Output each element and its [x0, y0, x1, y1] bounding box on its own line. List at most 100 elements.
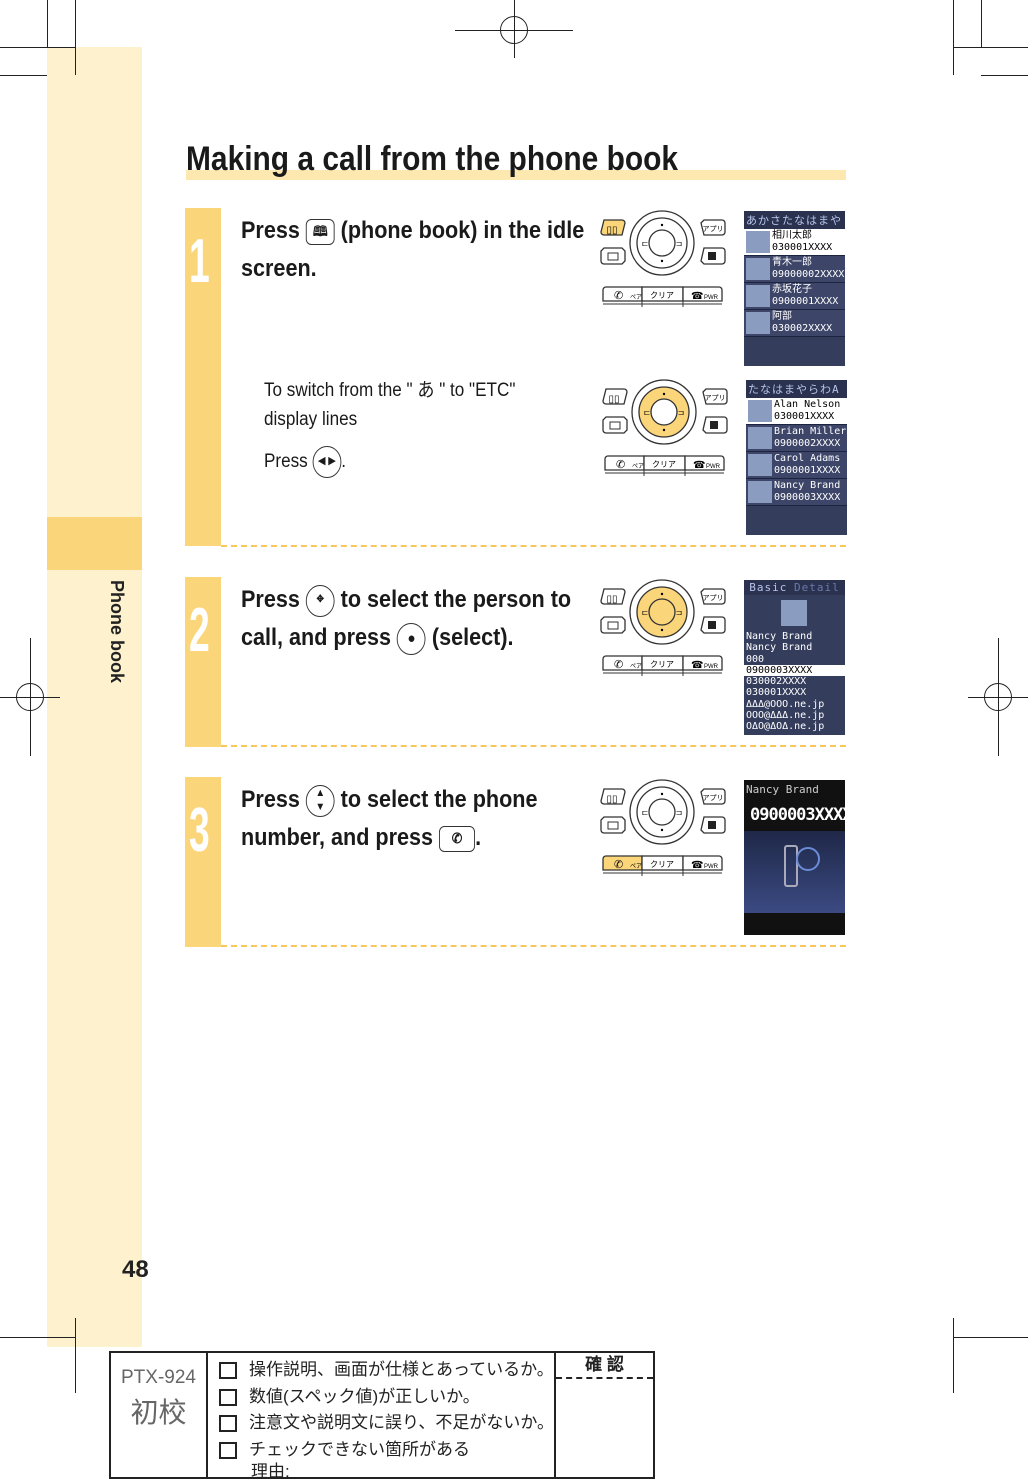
check-label: 数値(スペック値)が正しいか。 — [249, 1386, 480, 1406]
registration-mark — [984, 683, 1012, 711]
crop-mark — [953, 1337, 1028, 1338]
detail-line[interactable]: OOO@ΔΔΔ.ne.jp — [744, 710, 845, 721]
detail-line[interactable]: 000 — [744, 654, 845, 665]
text: to select the phone — [340, 786, 538, 813]
svg-text:PWR: PWR — [706, 464, 721, 470]
call-key-icon: ✆ ペア — [604, 455, 645, 471]
svg-text:▯▯: ▯▯ — [608, 394, 619, 405]
svg-text:⊏: ⊏ — [644, 408, 651, 417]
contact-name: 赤坂花子 — [772, 284, 812, 295]
contact-name: 相川太郎 — [772, 230, 812, 241]
checkbox[interactable] — [219, 1441, 237, 1459]
apps-key-icon: アプリ — [700, 788, 726, 805]
calling-animation — [744, 831, 845, 913]
contact-name: Carol Adams — [774, 453, 841, 464]
contact-name: Nancy Brand — [774, 480, 841, 491]
reason-label: 理由: — [251, 1462, 290, 1481]
text: (select). — [431, 624, 514, 651]
crop-mark — [953, 0, 954, 75]
contact-row[interactable]: 阿部 030002XXXX — [744, 310, 845, 337]
caller-name: Nancy Brand — [746, 783, 819, 796]
crop-mark — [75, 0, 76, 75]
call-key-icon: ✆ — [439, 825, 476, 852]
svg-text:ペア: ペア — [630, 663, 642, 670]
checkbox[interactable] — [219, 1388, 237, 1406]
svg-text:PWR: PWR — [704, 864, 719, 870]
index-tabs: たなはまやらわA — [746, 380, 847, 398]
svg-text:⊏: ⊏ — [642, 808, 649, 817]
power-end-key-icon: ☎ PWR — [682, 286, 723, 302]
power-end-key-icon: ☎ PWR — [682, 655, 723, 671]
detail-line[interactable]: 030001XXXX — [744, 687, 845, 698]
power-end-key-icon: ☎ PWR — [682, 855, 723, 871]
detail-line[interactable]: OΔO@ΔOΔ.ne.jp — [744, 721, 845, 732]
step-number: 3 — [189, 796, 210, 865]
contact-row[interactable]: 赤坂花子 0900001XXXX — [744, 283, 845, 310]
contact-row[interactable]: Alan Nelson 030001XXXX — [746, 398, 847, 425]
registration-mark — [16, 683, 44, 711]
detail-line[interactable]: 030002XXXX — [744, 676, 845, 687]
text: (phone book) in the idle — [340, 217, 585, 244]
clear-key-icon: クリア — [641, 855, 684, 871]
step-1-text: Press 🕮 (phone book) in the idle screen. — [241, 212, 584, 288]
tab-detail: Detail — [793, 581, 840, 594]
svg-text:アプリ: アプリ — [703, 225, 724, 233]
no-image-avatar — [746, 312, 770, 334]
section-label: Phone book — [107, 580, 127, 683]
contact-row[interactable]: 青木一郎 09000002XXXX — [744, 256, 845, 283]
svg-text:✆: ✆ — [614, 659, 623, 671]
svg-text:ペア: ペア — [632, 463, 644, 470]
page-title: Making a call from the phone book — [186, 140, 679, 178]
clear-key-icon: クリア — [641, 286, 684, 302]
step-3-text: Press ▲ ▼ to select the phone number, and… — [241, 781, 537, 857]
up-down-key-icon: ▲ ▼ — [305, 784, 335, 817]
svg-text:☎: ☎ — [693, 460, 705, 471]
detail-line[interactable]: Nancy Brand — [744, 642, 845, 653]
contact-row[interactable]: Nancy Brand 0900003XXXX — [746, 479, 847, 506]
svg-text:⊐: ⊐ — [676, 808, 683, 817]
text: call, and press — [241, 624, 392, 651]
checkbox[interactable] — [219, 1362, 237, 1380]
step-number: 2 — [189, 596, 210, 665]
camera-key-icon — [702, 416, 728, 434]
camera-key-icon — [700, 247, 726, 265]
detail-line[interactable]: ΔΔΔ@OOO.ne.jp — [744, 699, 845, 710]
contact-name: Brian Miller — [774, 426, 847, 437]
phone-book-key-icon: ▯▯ — [602, 388, 628, 405]
contact-row[interactable]: 相川太郎 030001XXXX — [744, 229, 845, 256]
tab-basic: Basic — [749, 581, 788, 594]
model-number: PTX-924 — [121, 1367, 196, 1388]
detail-line[interactable]: Nancy Brand — [744, 631, 845, 642]
side-band — [47, 47, 142, 1347]
no-image-avatar — [746, 285, 770, 307]
detail-line[interactable]: 0900003XXXX — [744, 664, 845, 677]
contact-name: Alan Nelson — [774, 399, 841, 410]
call-key-icon: ✆ ペア — [602, 286, 643, 302]
contact-number: 09000002XXXX — [772, 269, 845, 280]
text: to select the person to — [340, 586, 572, 613]
checkbox[interactable] — [219, 1415, 237, 1433]
svg-text:▯▯: ▯▯ — [606, 225, 617, 236]
step-number-bar: 3 — [185, 777, 221, 947]
crop-mark — [953, 47, 1028, 48]
phone-book-key-icon: ▯▯ — [600, 788, 626, 805]
navigation-key-icon: ⊏ ⊐ — [631, 379, 697, 445]
contact-row[interactable]: Brian Miller 0900002XXXX — [746, 425, 847, 452]
no-image-avatar — [748, 400, 772, 422]
call-key-icon: ✆ ペア — [602, 655, 643, 671]
phone-screen-list-kana: あかさたなはまや 相川太郎 030001XXXX 青木一郎 09000002XXXX 赤… — [744, 211, 845, 366]
svg-text:アプリ: アプリ — [703, 794, 724, 802]
svg-text:⊏: ⊏ — [642, 608, 649, 617]
clear-key-icon: クリア — [641, 655, 684, 671]
svg-text:クリア: クリア — [650, 291, 674, 300]
keypad-diagram: ▯▯ アプリ ⊏ ⊐ ✆ ペア クリア ☎ PWR — [600, 210, 726, 316]
contact-row[interactable]: Carol Adams 0900001XXXX — [746, 452, 847, 479]
no-image-avatar — [746, 231, 770, 253]
confirm-label: 確 認 — [556, 1353, 653, 1379]
apps-key-icon: アプリ — [700, 219, 726, 236]
contact-number: 030002XXXX — [772, 323, 833, 334]
svg-text:▯▯: ▯▯ — [606, 794, 617, 805]
contact-number: 030001XXXX — [772, 242, 833, 253]
svg-text:⊏: ⊏ — [642, 239, 649, 248]
phone-book-key-icon: ▯▯ — [600, 588, 626, 605]
